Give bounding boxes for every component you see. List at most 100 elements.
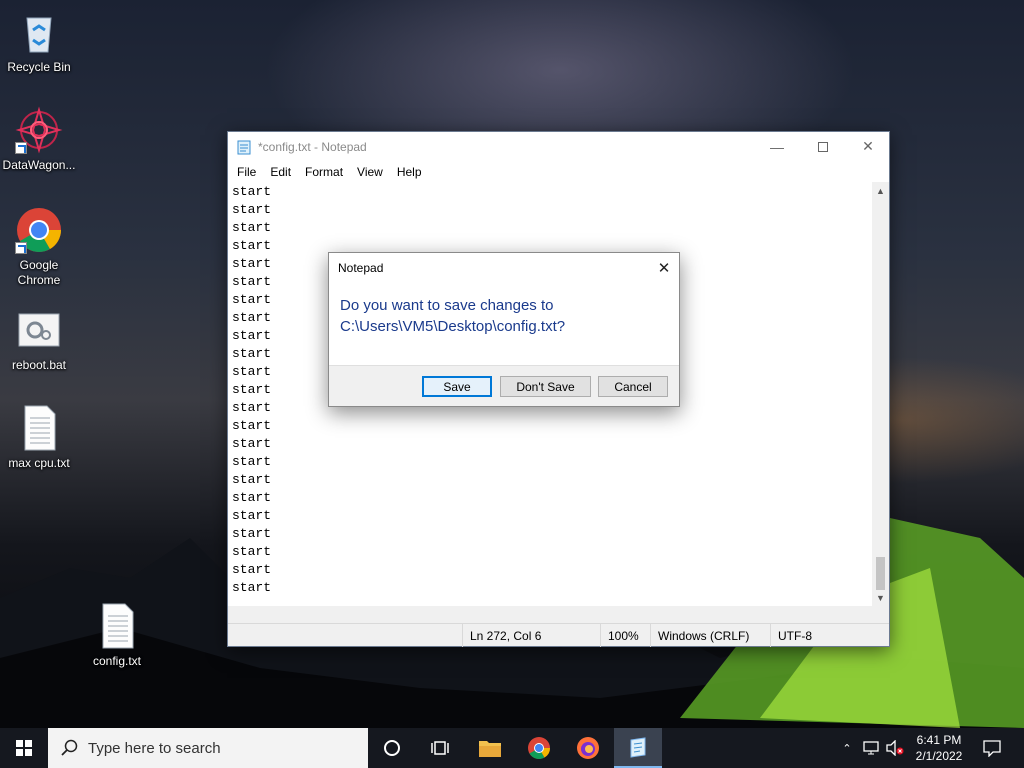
editor-line: start [232, 472, 272, 487]
desktop-icon-label: DataWagon... [2, 158, 76, 172]
save-changes-dialog: Notepad ✕ Do you want to save changes to… [328, 252, 680, 407]
show-hidden-icons-button[interactable]: ⌃ [838, 728, 856, 768]
minimize-icon: — [770, 138, 784, 155]
desktop-icon-label: max cpu.txt [8, 456, 70, 470]
windows-logo-icon [16, 740, 32, 756]
minimize-button[interactable]: — [754, 132, 800, 161]
search-placeholder: Type here to search [88, 739, 221, 757]
editor-line: start [232, 562, 272, 577]
menu-format[interactable]: Format [298, 165, 350, 179]
status-cursor-position: Ln 272, Col 6 [462, 624, 600, 647]
editor-line: start [232, 418, 272, 433]
maximize-icon [818, 141, 828, 152]
dialog-message-line2: C:\Users\VM5\Desktop\config.txt? [340, 318, 566, 335]
desktop-icon-reboot-bat[interactable]: reboot.bat [0, 306, 78, 373]
save-button[interactable]: Save [422, 376, 492, 397]
editor-line: start [232, 436, 272, 451]
notepad-icon [630, 737, 646, 758]
task-view-button[interactable] [416, 728, 464, 768]
scrollbar-thumb[interactable] [876, 557, 885, 590]
close-icon: ✕ [862, 138, 874, 154]
close-button[interactable]: ✕ [845, 132, 891, 161]
chevron-up-icon: ⌃ [842, 742, 852, 755]
clock-date: 2/1/2022 [915, 749, 963, 763]
shortcut-arrow-icon [15, 242, 27, 254]
cortana-button[interactable] [368, 728, 416, 768]
volume-tray-button[interactable] [884, 728, 906, 768]
action-center-button[interactable] [972, 728, 1012, 768]
close-icon: ✕ [657, 260, 671, 277]
editor-line: start [232, 526, 272, 541]
desktop-icon-label: Google Chrome [17, 258, 61, 287]
taskbar-search-box[interactable]: Type here to search [48, 728, 368, 768]
firefox-taskbar-button[interactable] [564, 728, 612, 768]
text-file-icon [15, 404, 63, 452]
scroll-up-arrow-icon[interactable]: ▲ [872, 182, 889, 199]
status-zoom: 100% [600, 624, 650, 647]
window-title: *config.txt - Notepad [258, 139, 367, 154]
taskbar: Type here to search ⌃ 6:41 PM 2/1/2022 [0, 728, 1024, 768]
horizontal-scrollbar[interactable] [228, 606, 874, 623]
clock-time: 6:41 PM [916, 733, 962, 747]
dont-save-button[interactable]: Don't Save [500, 376, 591, 397]
volume-muted-icon [886, 740, 904, 756]
editor-line: start [232, 544, 272, 559]
vertical-scrollbar[interactable]: ▲ ▼ [872, 182, 889, 606]
scroll-down-arrow-icon[interactable]: ▼ [872, 589, 889, 606]
notifications-icon [983, 740, 1001, 757]
desktop-icon-datawagon[interactable]: DataWagon... [0, 106, 78, 173]
desktop-icon-chrome[interactable]: Google Chrome [0, 206, 78, 288]
desktop-icon-label: reboot.bat [11, 358, 67, 372]
network-tray-button[interactable] [860, 728, 882, 768]
menu-bar: File Edit Format View Help [228, 161, 889, 182]
editor-line: start [232, 508, 272, 523]
editor-line: start [232, 184, 272, 199]
dialog-title: Notepad [338, 261, 384, 275]
status-line-ending: Windows (CRLF) [650, 624, 770, 647]
maximize-button[interactable] [800, 132, 846, 161]
cancel-button[interactable]: Cancel [598, 376, 668, 397]
desktop-icon-max-cpu[interactable]: max cpu.txt [0, 404, 78, 471]
task-view-icon [431, 741, 449, 755]
taskbar-clock[interactable]: 6:41 PM 2/1/2022 [906, 728, 972, 768]
editor-line: start [232, 490, 272, 505]
editor-line: start [232, 580, 272, 595]
dialog-title-bar[interactable]: Notepad ✕ [329, 253, 679, 283]
desktop-icon-label: config.txt [92, 654, 142, 668]
batch-file-icon [15, 306, 63, 354]
status-encoding: UTF-8 [770, 624, 888, 647]
text-file-icon [93, 602, 141, 650]
menu-view[interactable]: View [350, 165, 390, 179]
dialog-close-button[interactable]: ✕ [649, 253, 679, 283]
notepad-taskbar-button[interactable] [614, 728, 662, 768]
cortana-icon [384, 740, 400, 756]
desktop-icon-recycle-bin[interactable]: Recycle Bin [0, 8, 78, 75]
desktop-icon-config-txt[interactable]: config.txt [78, 602, 156, 669]
scrollbar-corner [872, 606, 889, 623]
chrome-icon [528, 737, 550, 759]
menu-edit[interactable]: Edit [263, 165, 298, 179]
editor-line: start [232, 454, 272, 469]
dialog-message: Do you want to save changes to C:\Users\… [329, 283, 679, 365]
shortcut-arrow-icon [15, 142, 27, 154]
dialog-message-line1: Do you want to save changes to [340, 297, 554, 314]
chrome-icon [15, 206, 63, 254]
search-icon [61, 739, 78, 756]
status-bar: Ln 272, Col 6 100% Windows (CRLF) UTF-8 [228, 623, 889, 647]
dialog-button-bar: Save Don't Save Cancel [329, 365, 679, 406]
chrome-taskbar-button[interactable] [515, 728, 563, 768]
start-button[interactable] [0, 728, 48, 768]
datawagon-icon [15, 106, 63, 154]
menu-file[interactable]: File [230, 165, 263, 179]
network-icon [863, 741, 879, 755]
editor-line: start [232, 202, 272, 217]
menu-help[interactable]: Help [390, 165, 429, 179]
recycle-bin-icon [15, 8, 63, 56]
editor-line: start [232, 220, 272, 235]
file-explorer-icon [479, 741, 501, 757]
notepad-title-bar[interactable]: *config.txt - Notepad — ✕ [228, 132, 889, 161]
file-explorer-button[interactable] [466, 728, 514, 768]
notepad-icon [237, 140, 251, 154]
firefox-icon [577, 737, 599, 759]
desktop-icon-label: Recycle Bin [7, 60, 71, 74]
